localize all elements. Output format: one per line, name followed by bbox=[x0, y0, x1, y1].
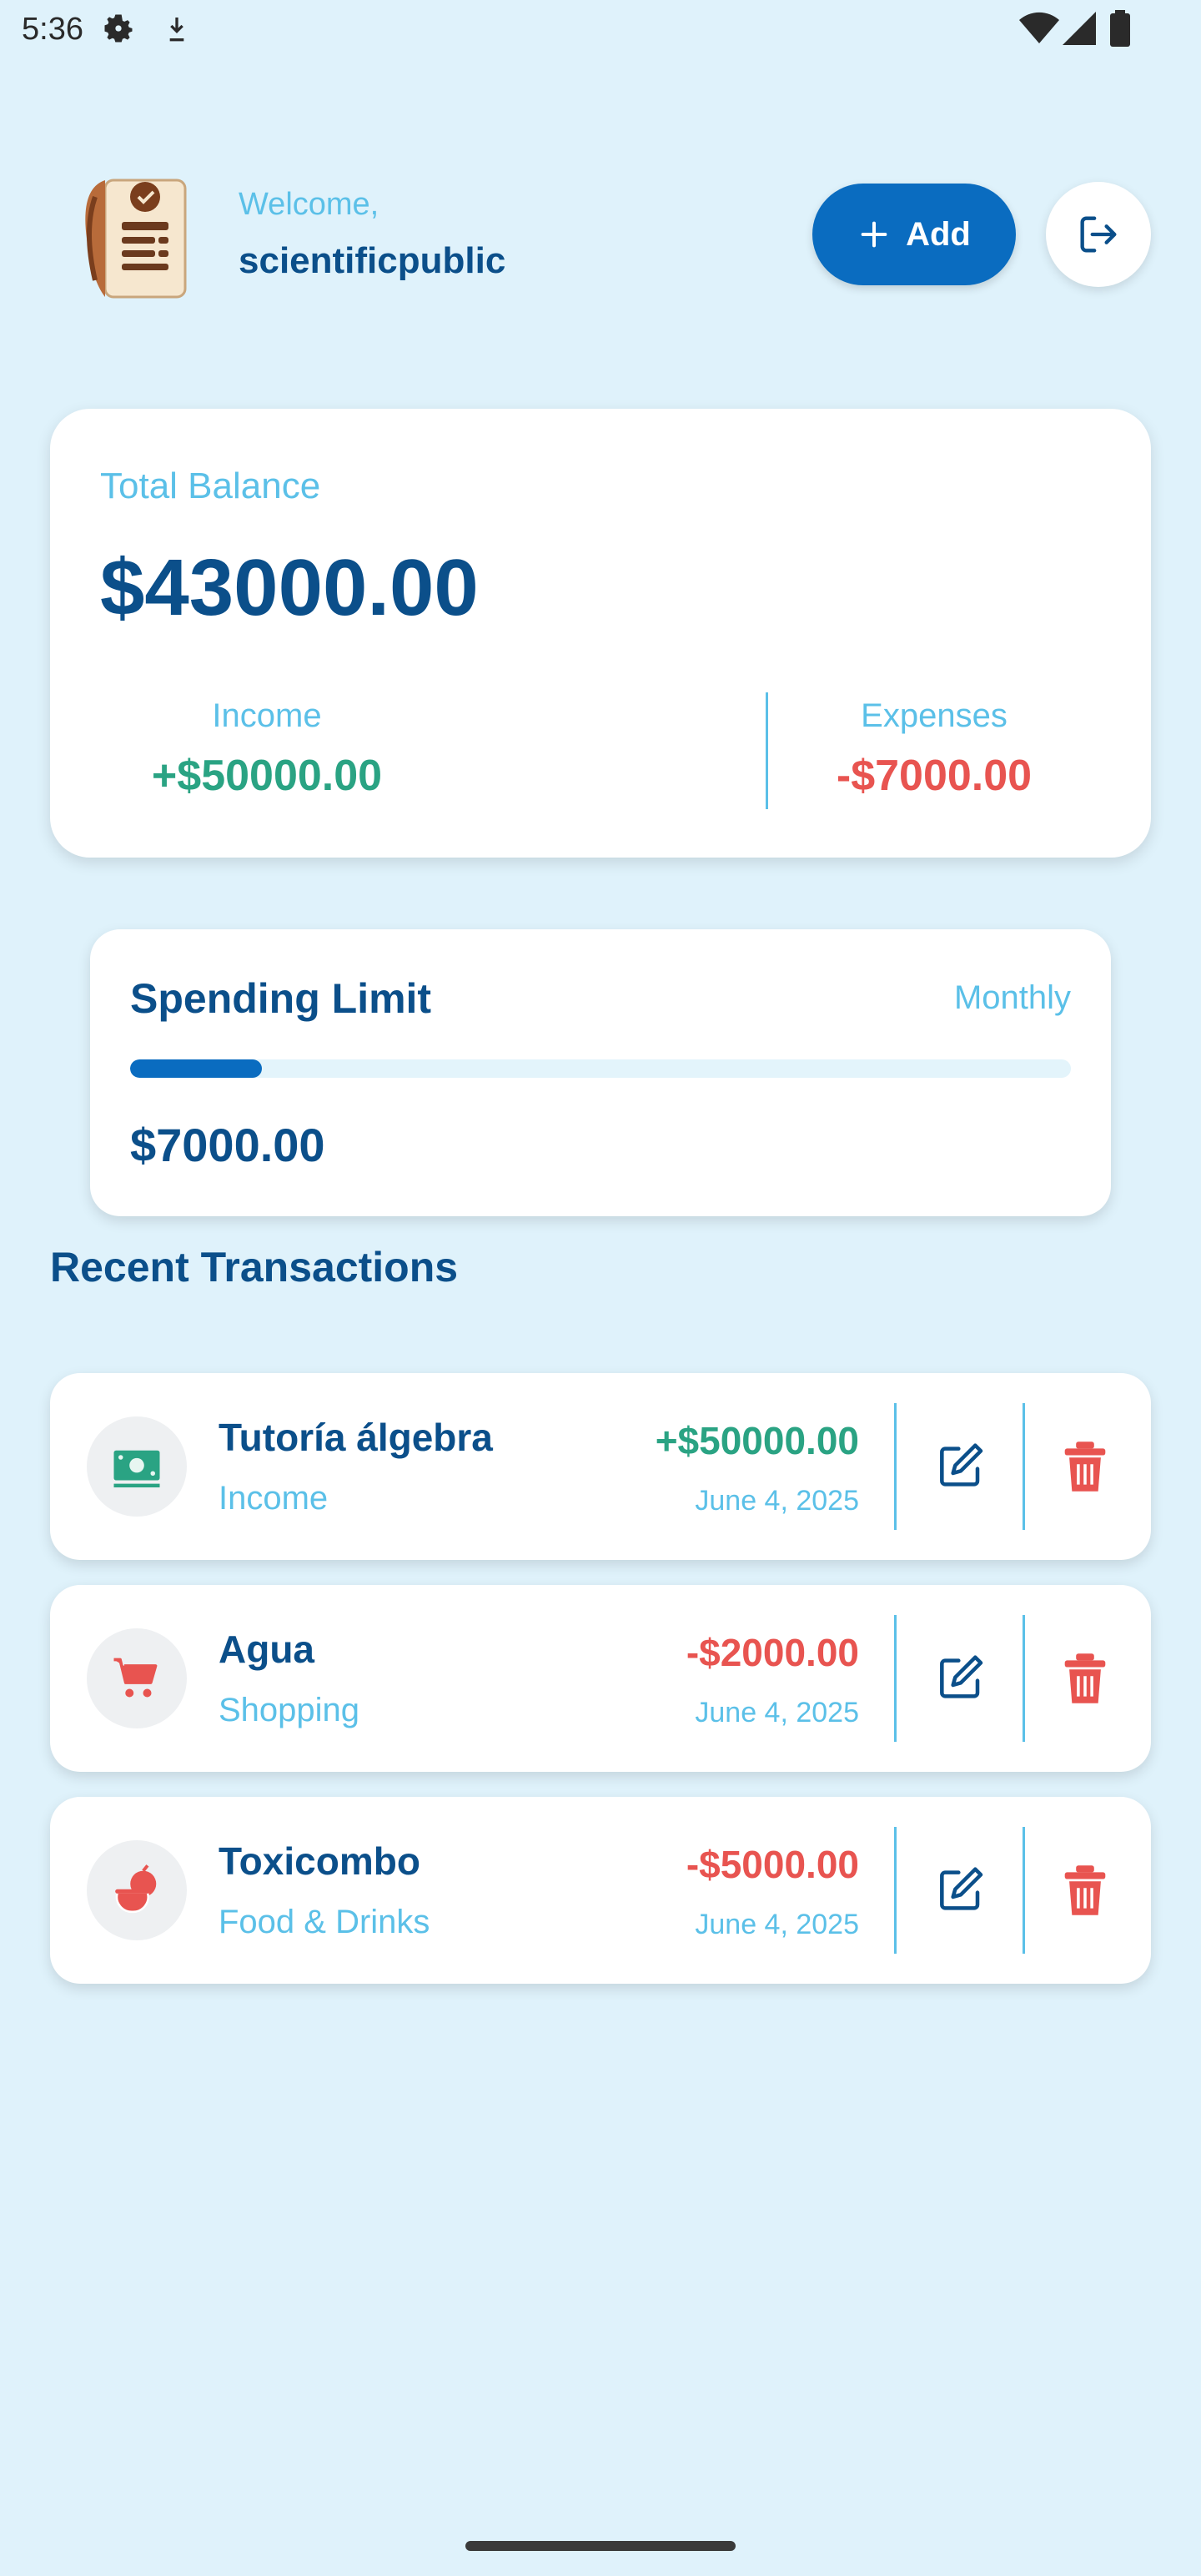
welcome-text: Welcome, bbox=[239, 187, 379, 222]
transaction-title: Tutoría álgebra bbox=[219, 1416, 493, 1459]
transaction-category: Food & Drinks bbox=[219, 1904, 430, 1940]
transaction-category: Income bbox=[219, 1480, 329, 1517]
money-icon bbox=[113, 1450, 160, 1488]
add-transaction-button[interactable]: Add bbox=[812, 184, 1016, 285]
food-icon bbox=[115, 1864, 157, 1914]
plus-icon bbox=[861, 221, 887, 248]
wifi-icon bbox=[1019, 12, 1059, 44]
trash-icon[interactable] bbox=[1063, 1650, 1108, 1707]
logout-icon bbox=[1080, 216, 1117, 253]
trash-icon[interactable] bbox=[1063, 1862, 1108, 1919]
logout-button[interactable] bbox=[1046, 182, 1151, 287]
spending-limit-period: Monthly bbox=[953, 979, 1071, 1016]
transaction-amount: -$5000.00 bbox=[686, 1843, 859, 1886]
income-value: +$50000.00 bbox=[151, 752, 383, 800]
edit-icon[interactable] bbox=[934, 1864, 987, 1917]
download-status-icon bbox=[169, 18, 184, 42]
transaction-date: June 4, 2025 bbox=[695, 1485, 859, 1517]
transaction-icon-wrap bbox=[87, 1840, 187, 1940]
transaction-title: Toxicombo bbox=[219, 1839, 420, 1883]
edit-icon[interactable] bbox=[934, 1652, 987, 1705]
app-logo-icon bbox=[85, 179, 187, 299]
spending-limit-value: $7000.00 bbox=[130, 1119, 325, 1171]
settings-status-icon bbox=[104, 14, 133, 43]
cart-icon bbox=[113, 1658, 158, 1698]
recent-transactions-title: Recent Transactions bbox=[50, 1244, 459, 1291]
expenses-value: -$7000.00 bbox=[836, 752, 1033, 800]
transaction-amount: -$2000.00 bbox=[686, 1631, 859, 1674]
transaction-date: June 4, 2025 bbox=[695, 1909, 859, 1940]
home-indicator[interactable] bbox=[465, 2541, 736, 2551]
divider bbox=[894, 1615, 897, 1742]
balance-card: Total Balance $43000.00 Income +$50000.0… bbox=[50, 409, 1151, 858]
spending-progress-fill bbox=[130, 1059, 262, 1078]
divider bbox=[1023, 1403, 1025, 1530]
income-label: Income bbox=[212, 697, 322, 734]
transaction-row[interactable]: Tutoría álgebra Income +$50000.00 June 4… bbox=[50, 1373, 1151, 1560]
add-button-label: Add bbox=[906, 215, 971, 253]
divider bbox=[1023, 1615, 1025, 1742]
total-balance-value: $43000.00 bbox=[100, 543, 479, 632]
transaction-amount: +$50000.00 bbox=[655, 1419, 859, 1462]
spending-limit-title: Spending Limit bbox=[130, 975, 432, 1022]
transaction-row[interactable]: Toxicombo Food & Drinks -$5000.00 June 4… bbox=[50, 1797, 1151, 1984]
status-time: 5:36 bbox=[22, 12, 83, 47]
username: scientificpublic bbox=[239, 240, 506, 281]
divider bbox=[1023, 1827, 1025, 1954]
trash-icon[interactable] bbox=[1063, 1438, 1108, 1495]
expenses-label: Expenses bbox=[861, 697, 1008, 734]
total-balance-label: Total Balance bbox=[100, 465, 321, 506]
edit-icon[interactable] bbox=[934, 1440, 987, 1493]
transaction-category: Shopping bbox=[219, 1692, 360, 1728]
transaction-date: June 4, 2025 bbox=[695, 1697, 859, 1728]
transaction-icon-wrap bbox=[87, 1628, 187, 1728]
transaction-row[interactable]: Agua Shopping -$2000.00 June 4, 2025 bbox=[50, 1585, 1151, 1772]
transaction-icon-wrap bbox=[87, 1416, 187, 1517]
divider bbox=[894, 1403, 897, 1530]
signal-icon bbox=[1063, 12, 1096, 45]
spending-progress-bar bbox=[130, 1059, 1071, 1078]
transaction-title: Agua bbox=[219, 1628, 314, 1671]
battery-icon bbox=[1110, 10, 1130, 47]
divider bbox=[894, 1827, 897, 1954]
spending-limit-card[interactable]: Spending Limit Monthly $7000.00 bbox=[90, 929, 1111, 1216]
